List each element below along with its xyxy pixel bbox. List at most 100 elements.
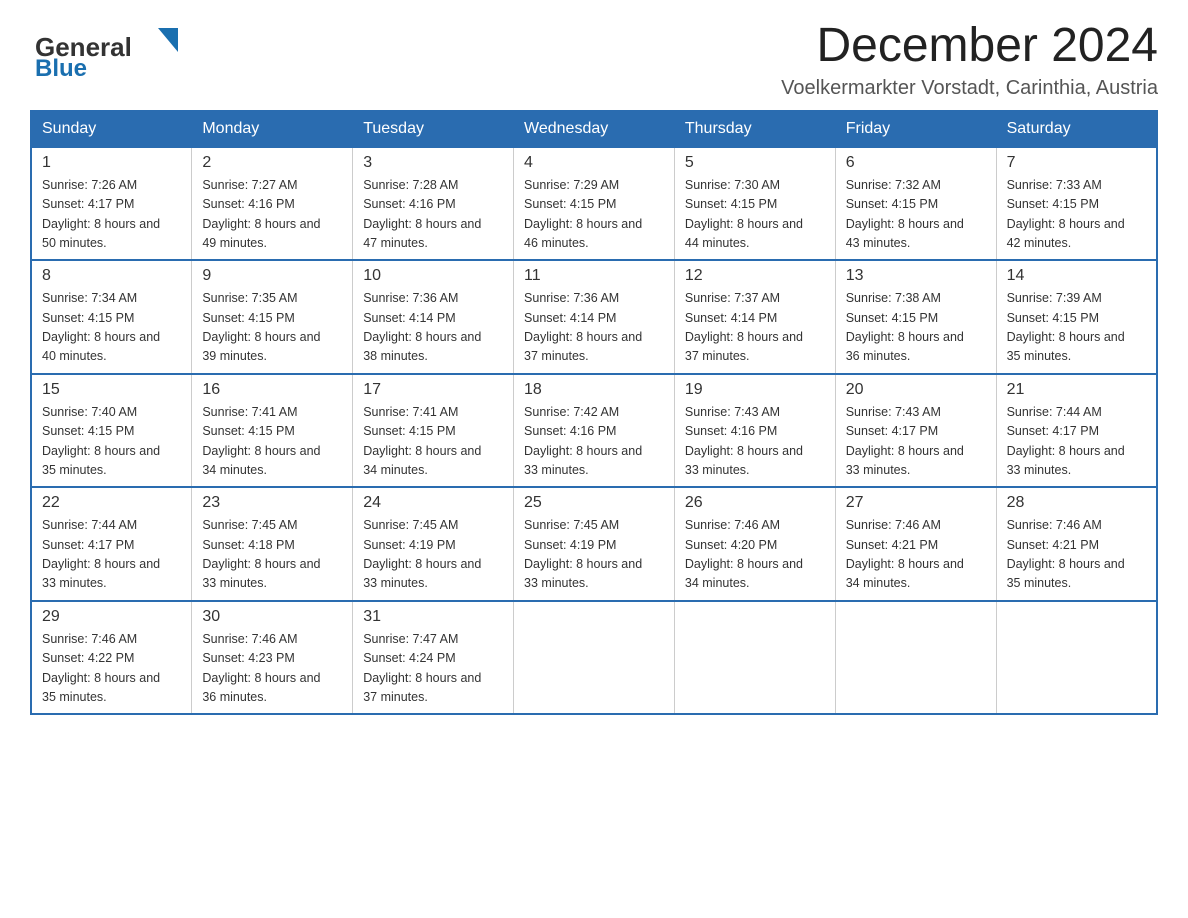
day-info: Sunrise: 7:26 AM Sunset: 4:17 PM Dayligh… <box>42 176 181 254</box>
day-info: Sunrise: 7:45 AM Sunset: 4:18 PM Dayligh… <box>202 516 342 594</box>
day-number: 23 <box>202 494 342 512</box>
day-number: 19 <box>685 381 825 399</box>
day-info: Sunrise: 7:37 AM Sunset: 4:14 PM Dayligh… <box>685 289 825 367</box>
calendar-cell: 31 Sunrise: 7:47 AM Sunset: 4:24 PM Dayl… <box>353 601 514 715</box>
calendar-cell: 25 Sunrise: 7:45 AM Sunset: 4:19 PM Dayl… <box>514 487 675 601</box>
day-info: Sunrise: 7:44 AM Sunset: 4:17 PM Dayligh… <box>1007 403 1146 481</box>
day-number: 12 <box>685 267 825 285</box>
day-number: 17 <box>363 381 503 399</box>
day-number: 1 <box>42 154 181 172</box>
calendar-cell: 23 Sunrise: 7:45 AM Sunset: 4:18 PM Dayl… <box>192 487 353 601</box>
calendar-cell: 10 Sunrise: 7:36 AM Sunset: 4:14 PM Dayl… <box>353 260 514 374</box>
calendar-cell: 15 Sunrise: 7:40 AM Sunset: 4:15 PM Dayl… <box>31 374 192 488</box>
day-info: Sunrise: 7:46 AM Sunset: 4:23 PM Dayligh… <box>202 630 342 708</box>
calendar-week-row: 29 Sunrise: 7:46 AM Sunset: 4:22 PM Dayl… <box>31 601 1157 715</box>
calendar-cell: 3 Sunrise: 7:28 AM Sunset: 4:16 PM Dayli… <box>353 147 514 261</box>
header-monday: Monday <box>192 111 353 147</box>
day-info: Sunrise: 7:44 AM Sunset: 4:17 PM Dayligh… <box>42 516 181 594</box>
day-number: 8 <box>42 267 181 285</box>
calendar-cell: 8 Sunrise: 7:34 AM Sunset: 4:15 PM Dayli… <box>31 260 192 374</box>
header-saturday: Saturday <box>996 111 1157 147</box>
general-blue-logo: General Blue <box>30 20 180 80</box>
day-number: 24 <box>363 494 503 512</box>
day-number: 14 <box>1007 267 1146 285</box>
day-number: 31 <box>363 608 503 626</box>
day-number: 2 <box>202 154 342 172</box>
day-number: 6 <box>846 154 986 172</box>
calendar-cell: 24 Sunrise: 7:45 AM Sunset: 4:19 PM Dayl… <box>353 487 514 601</box>
calendar-cell: 12 Sunrise: 7:37 AM Sunset: 4:14 PM Dayl… <box>674 260 835 374</box>
day-number: 25 <box>524 494 664 512</box>
day-number: 3 <box>363 154 503 172</box>
day-number: 28 <box>1007 494 1146 512</box>
day-info: Sunrise: 7:29 AM Sunset: 4:15 PM Dayligh… <box>524 176 664 254</box>
calendar-cell: 20 Sunrise: 7:43 AM Sunset: 4:17 PM Dayl… <box>835 374 996 488</box>
day-info: Sunrise: 7:28 AM Sunset: 4:16 PM Dayligh… <box>363 176 503 254</box>
calendar-cell: 16 Sunrise: 7:41 AM Sunset: 4:15 PM Dayl… <box>192 374 353 488</box>
calendar-cell: 27 Sunrise: 7:46 AM Sunset: 4:21 PM Dayl… <box>835 487 996 601</box>
day-number: 20 <box>846 381 986 399</box>
header-tuesday: Tuesday <box>353 111 514 147</box>
weekday-header-row: Sunday Monday Tuesday Wednesday Thursday… <box>31 111 1157 147</box>
day-info: Sunrise: 7:27 AM Sunset: 4:16 PM Dayligh… <box>202 176 342 254</box>
day-info: Sunrise: 7:47 AM Sunset: 4:24 PM Dayligh… <box>363 630 503 708</box>
day-number: 22 <box>42 494 181 512</box>
day-info: Sunrise: 7:43 AM Sunset: 4:17 PM Dayligh… <box>846 403 986 481</box>
day-number: 18 <box>524 381 664 399</box>
calendar-week-row: 8 Sunrise: 7:34 AM Sunset: 4:15 PM Dayli… <box>31 260 1157 374</box>
day-info: Sunrise: 7:46 AM Sunset: 4:21 PM Dayligh… <box>846 516 986 594</box>
calendar-cell <box>996 601 1157 715</box>
day-info: Sunrise: 7:45 AM Sunset: 4:19 PM Dayligh… <box>363 516 503 594</box>
calendar-cell: 2 Sunrise: 7:27 AM Sunset: 4:16 PM Dayli… <box>192 147 353 261</box>
calendar-week-row: 15 Sunrise: 7:40 AM Sunset: 4:15 PM Dayl… <box>31 374 1157 488</box>
month-title: December 2024 <box>781 20 1158 73</box>
page-header: General Blue December 2024 Voelkermarkte… <box>30 20 1158 100</box>
day-number: 29 <box>42 608 181 626</box>
day-number: 11 <box>524 267 664 285</box>
day-info: Sunrise: 7:43 AM Sunset: 4:16 PM Dayligh… <box>685 403 825 481</box>
logo: General Blue <box>30 20 180 80</box>
day-info: Sunrise: 7:41 AM Sunset: 4:15 PM Dayligh… <box>363 403 503 481</box>
calendar-cell: 6 Sunrise: 7:32 AM Sunset: 4:15 PM Dayli… <box>835 147 996 261</box>
day-info: Sunrise: 7:46 AM Sunset: 4:22 PM Dayligh… <box>42 630 181 708</box>
calendar-cell: 30 Sunrise: 7:46 AM Sunset: 4:23 PM Dayl… <box>192 601 353 715</box>
calendar-week-row: 1 Sunrise: 7:26 AM Sunset: 4:17 PM Dayli… <box>31 147 1157 261</box>
calendar-cell: 7 Sunrise: 7:33 AM Sunset: 4:15 PM Dayli… <box>996 147 1157 261</box>
calendar-cell: 13 Sunrise: 7:38 AM Sunset: 4:15 PM Dayl… <box>835 260 996 374</box>
calendar-cell: 5 Sunrise: 7:30 AM Sunset: 4:15 PM Dayli… <box>674 147 835 261</box>
calendar-cell <box>514 601 675 715</box>
day-number: 9 <box>202 267 342 285</box>
calendar-cell: 22 Sunrise: 7:44 AM Sunset: 4:17 PM Dayl… <box>31 487 192 601</box>
day-info: Sunrise: 7:33 AM Sunset: 4:15 PM Dayligh… <box>1007 176 1146 254</box>
calendar-cell: 18 Sunrise: 7:42 AM Sunset: 4:16 PM Dayl… <box>514 374 675 488</box>
header-sunday: Sunday <box>31 111 192 147</box>
calendar-cell: 17 Sunrise: 7:41 AM Sunset: 4:15 PM Dayl… <box>353 374 514 488</box>
day-info: Sunrise: 7:46 AM Sunset: 4:20 PM Dayligh… <box>685 516 825 594</box>
calendar-cell <box>835 601 996 715</box>
calendar-table: Sunday Monday Tuesday Wednesday Thursday… <box>30 110 1158 716</box>
calendar-cell: 28 Sunrise: 7:46 AM Sunset: 4:21 PM Dayl… <box>996 487 1157 601</box>
day-number: 13 <box>846 267 986 285</box>
day-number: 5 <box>685 154 825 172</box>
calendar-cell: 29 Sunrise: 7:46 AM Sunset: 4:22 PM Dayl… <box>31 601 192 715</box>
day-number: 4 <box>524 154 664 172</box>
svg-text:Blue: Blue <box>35 55 87 80</box>
day-info: Sunrise: 7:38 AM Sunset: 4:15 PM Dayligh… <box>846 289 986 367</box>
day-info: Sunrise: 7:45 AM Sunset: 4:19 PM Dayligh… <box>524 516 664 594</box>
day-number: 16 <box>202 381 342 399</box>
calendar-cell: 21 Sunrise: 7:44 AM Sunset: 4:17 PM Dayl… <box>996 374 1157 488</box>
day-info: Sunrise: 7:32 AM Sunset: 4:15 PM Dayligh… <box>846 176 986 254</box>
calendar-cell: 1 Sunrise: 7:26 AM Sunset: 4:17 PM Dayli… <box>31 147 192 261</box>
day-number: 27 <box>846 494 986 512</box>
day-info: Sunrise: 7:36 AM Sunset: 4:14 PM Dayligh… <box>363 289 503 367</box>
calendar-title-area: December 2024 Voelkermarkter Vorstadt, C… <box>781 20 1158 100</box>
header-thursday: Thursday <box>674 111 835 147</box>
calendar-cell: 14 Sunrise: 7:39 AM Sunset: 4:15 PM Dayl… <box>996 260 1157 374</box>
day-info: Sunrise: 7:46 AM Sunset: 4:21 PM Dayligh… <box>1007 516 1146 594</box>
calendar-cell: 11 Sunrise: 7:36 AM Sunset: 4:14 PM Dayl… <box>514 260 675 374</box>
day-number: 15 <box>42 381 181 399</box>
day-number: 30 <box>202 608 342 626</box>
day-info: Sunrise: 7:34 AM Sunset: 4:15 PM Dayligh… <box>42 289 181 367</box>
day-info: Sunrise: 7:35 AM Sunset: 4:15 PM Dayligh… <box>202 289 342 367</box>
calendar-cell: 19 Sunrise: 7:43 AM Sunset: 4:16 PM Dayl… <box>674 374 835 488</box>
